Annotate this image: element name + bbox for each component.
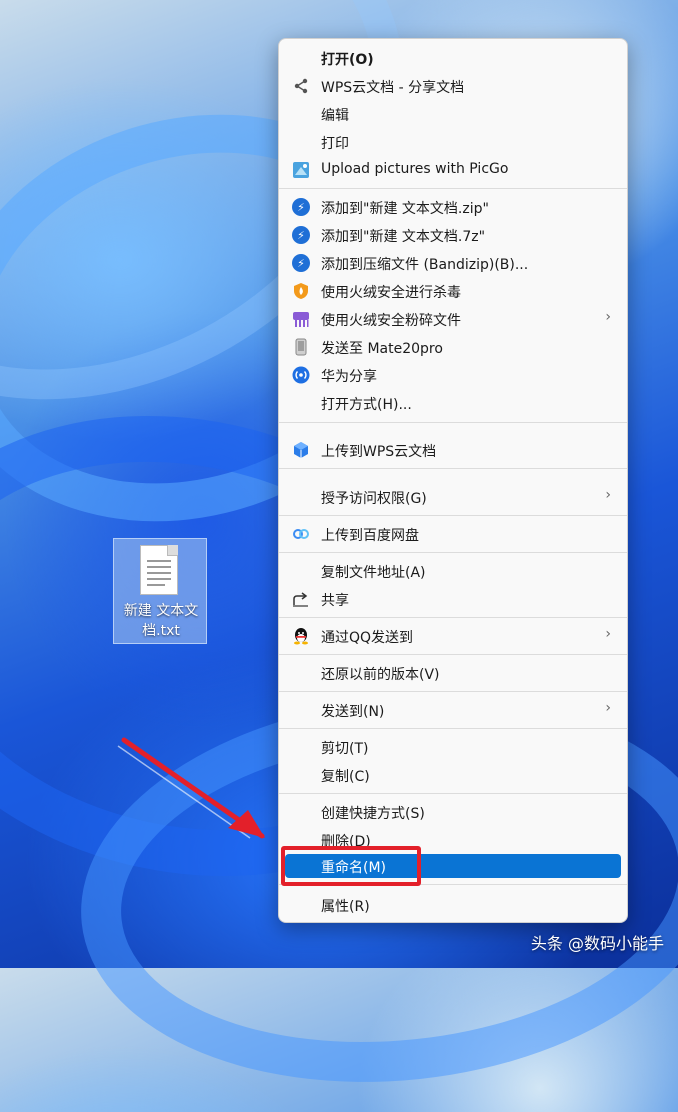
menu-item-label: WPS云文档 - 分享文档 [321, 80, 465, 96]
annotation-arrow-icon [117, 737, 265, 839]
huorong-shield-icon [291, 281, 311, 301]
menu-item-label: 剪切(T) [321, 741, 369, 757]
menu-item-copy-path[interactable]: 复制文件地址(A) [285, 557, 621, 585]
menu-item-label: 使用火绒安全进行杀毒 [321, 285, 461, 301]
menu-item-label: 创建快捷方式(S) [321, 806, 425, 822]
menu-item-label: 还原以前的版本(V) [321, 667, 440, 683]
menu-separator [279, 188, 627, 189]
menu-item-label: 发送到(N) [321, 704, 385, 720]
file-name-label: 新建 文本文档.txt [123, 603, 199, 639]
menu-item-wps-share[interactable]: WPS云文档 - 分享文档 [285, 72, 621, 100]
menu-item-create-shortcut[interactable]: 创建快捷方式(S) [285, 798, 621, 826]
chevron-right-icon: › [605, 487, 611, 503]
menu-item-send-to[interactable]: 发送到(N) › [285, 696, 621, 724]
menu-item-add-archive[interactable]: ⚡ 添加到压缩文件 (Bandizip)(B)... [285, 249, 621, 277]
menu-separator [279, 728, 627, 729]
annotation-highlight-box [281, 846, 421, 886]
menu-item-label: 添加到"新建 文本文档.7z" [321, 229, 486, 245]
menu-item-huorong-scan[interactable]: 使用火绒安全进行杀毒 [285, 277, 621, 305]
menu-item-upload-wps[interactable]: 上传到WPS云文档 [285, 436, 621, 464]
menu-item-label: 上传到WPS云文档 [321, 444, 437, 460]
chevron-right-icon: › [605, 309, 611, 325]
watermark-text: 头条 @数码小能手 [530, 934, 664, 953]
shredder-icon [291, 309, 311, 329]
chevron-right-icon: › [605, 700, 611, 716]
menu-item-properties[interactable]: 属性(R) [285, 891, 621, 919]
text-file-icon [140, 545, 178, 595]
menu-item-add-zip[interactable]: ⚡ 添加到"新建 文本文档.zip" [285, 193, 621, 221]
menu-item-huorong-shred[interactable]: 使用火绒安全粉碎文件 › [285, 305, 621, 333]
desktop-file-selected[interactable]: 新建 文本文档.txt [113, 538, 207, 644]
menu-item-grant-access[interactable]: 授予访问权限(G) › [285, 483, 621, 511]
menu-separator [279, 552, 627, 553]
menu-item-open[interactable]: 打开(O) [285, 44, 621, 72]
menu-item-copy[interactable]: 复制(C) [285, 761, 621, 789]
bandizip-icon: ⚡ [291, 253, 311, 273]
menu-item-huawei-share[interactable]: 华为分享 [285, 361, 621, 389]
baidu-netdisk-icon [291, 524, 311, 544]
menu-separator [279, 691, 627, 692]
menu-item-label: 添加到"新建 文本文档.zip" [321, 201, 489, 217]
menu-separator [279, 422, 627, 423]
menu-item-label: 华为分享 [321, 369, 377, 385]
menu-item-label: 授予访问权限(G) [321, 491, 427, 507]
qq-icon [291, 626, 311, 646]
menu-item-label: 打开(O) [321, 52, 374, 68]
menu-item-label: 添加到压缩文件 (Bandizip)(B)... [321, 257, 529, 273]
context-menu: 打开(O) WPS云文档 - 分享文档 编辑 打印 Upload picture… [278, 38, 628, 923]
menu-item-cut[interactable]: 剪切(T) [285, 733, 621, 761]
menu-item-picgo[interactable]: Upload pictures with PicGo [285, 156, 621, 184]
menu-separator [279, 468, 627, 469]
menu-item-share[interactable]: 共享 [285, 585, 621, 613]
menu-item-label: 编辑 [321, 108, 349, 124]
bandizip-icon: ⚡ [291, 225, 311, 245]
menu-item-restore-versions[interactable]: 还原以前的版本(V) [285, 659, 621, 687]
menu-item-label: 上传到百度网盘 [321, 528, 419, 544]
bandizip-icon: ⚡ [291, 197, 311, 217]
share-icon [291, 76, 311, 96]
menu-item-print[interactable]: 打印 [285, 128, 621, 156]
menu-separator [279, 654, 627, 655]
menu-item-send-mate20pro[interactable]: 发送至 Mate20pro [285, 333, 621, 361]
menu-item-label: 发送至 Mate20pro [321, 341, 443, 357]
menu-separator [279, 793, 627, 794]
menu-item-label: 打开方式(H)... [321, 397, 412, 413]
menu-item-edit[interactable]: 编辑 [285, 100, 621, 128]
share-arrow-icon [291, 589, 311, 609]
menu-item-add-7z[interactable]: ⚡ 添加到"新建 文本文档.7z" [285, 221, 621, 249]
menu-item-label: 通过QQ发送到 [321, 630, 414, 646]
picgo-icon [291, 160, 311, 180]
menu-separator [279, 515, 627, 516]
menu-item-label: 属性(R) [321, 899, 370, 915]
menu-item-baidu-netdisk[interactable]: 上传到百度网盘 [285, 520, 621, 548]
menu-item-label: Upload pictures with PicGo [321, 161, 509, 177]
menu-item-label: 共享 [321, 593, 349, 609]
huawei-share-icon [291, 365, 311, 385]
menu-item-send-qq[interactable]: 通过QQ发送到 › [285, 622, 621, 650]
menu-item-label: 使用火绒安全粉碎文件 [321, 313, 461, 329]
menu-item-label: 打印 [321, 136, 349, 152]
menu-item-open-with[interactable]: 打开方式(H)... [285, 389, 621, 417]
phone-icon [291, 337, 311, 357]
menu-separator [279, 617, 627, 618]
wps-cloud-icon [291, 440, 311, 460]
menu-item-label: 复制(C) [321, 769, 370, 785]
chevron-right-icon: › [605, 626, 611, 642]
menu-item-label: 复制文件地址(A) [321, 565, 426, 581]
